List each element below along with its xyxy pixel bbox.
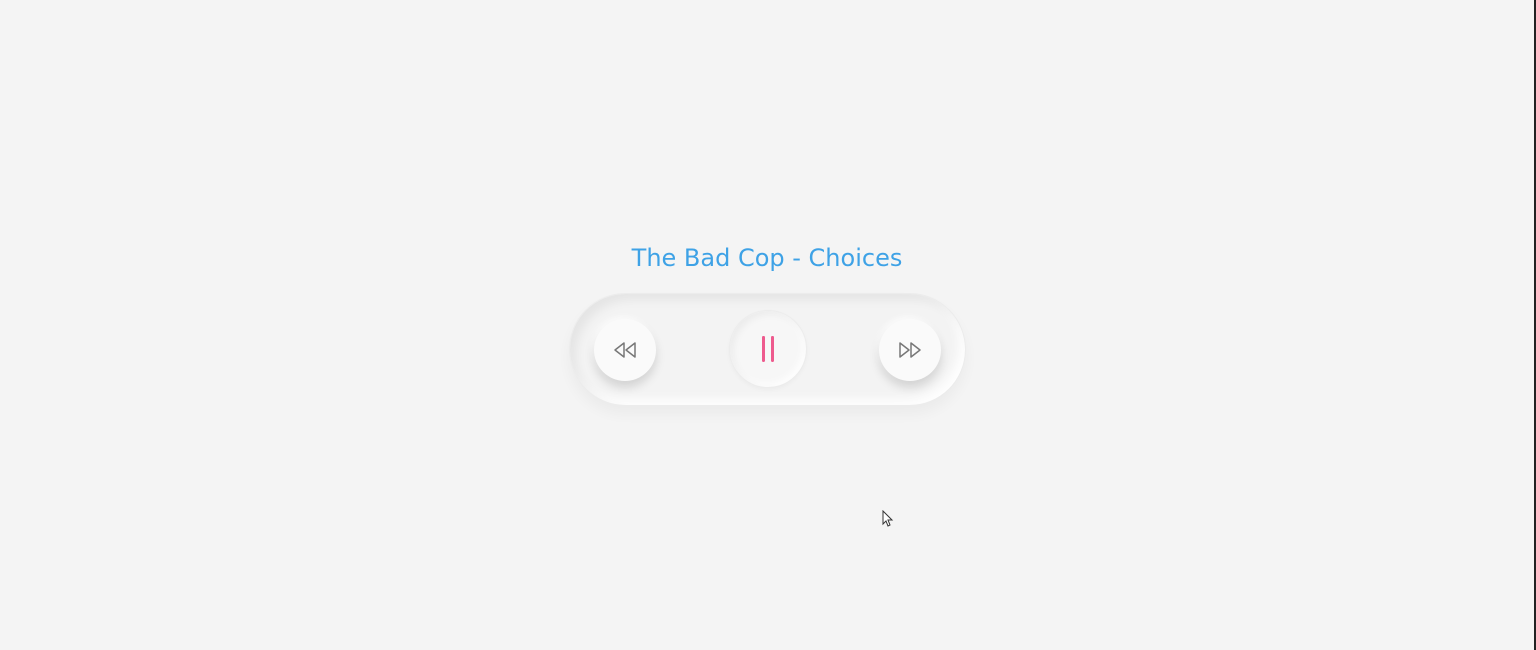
next-button[interactable]	[879, 319, 941, 381]
previous-button[interactable]	[594, 319, 656, 381]
page: The Bad Cop - Choices	[0, 0, 1536, 650]
pause-button[interactable]	[729, 310, 807, 388]
pause-icon	[762, 336, 774, 362]
rewind-icon	[614, 342, 636, 358]
mouse-pointer-icon	[882, 510, 894, 527]
track-title: The Bad Cop - Choices	[631, 244, 903, 272]
fast-forward-icon	[899, 342, 921, 358]
music-player-controls	[569, 293, 966, 406]
